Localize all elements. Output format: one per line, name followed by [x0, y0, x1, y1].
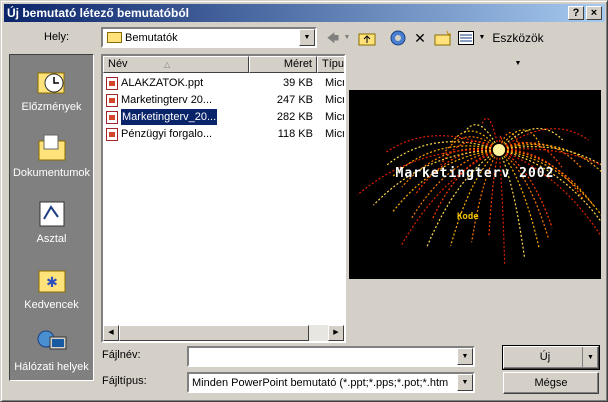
preview-subtitle: Kode: [457, 212, 479, 222]
back-button[interactable]: 🡄: [324, 28, 342, 48]
scroll-left-icon[interactable]: ◀: [103, 325, 119, 341]
chevron-down-icon[interactable]: ▼: [299, 29, 315, 46]
delete-button[interactable]: ✕: [410, 28, 430, 48]
scroll-right-icon[interactable]: ▶: [328, 325, 344, 341]
powerpoint-file-icon: [106, 77, 118, 90]
sort-ascending-icon: △: [164, 60, 171, 69]
new-folder-icon: [434, 30, 451, 46]
network-places-icon: [36, 327, 68, 357]
preview-title: Marketingterv 2002: [395, 166, 555, 181]
file-row[interactable]: ALAKZATOK.ppt 39 KB Micro: [103, 75, 344, 91]
file-list[interactable]: Név △ Méret Típus ALAKZATOK.ppt 39 KB Mi…: [101, 54, 346, 343]
column-header-type[interactable]: Típus: [317, 56, 344, 73]
up-folder-icon: [358, 33, 376, 46]
history-icon: [36, 67, 68, 97]
file-row-selected[interactable]: Marketingterv_20... 282 KB Micro: [103, 108, 344, 126]
powerpoint-file-icon: [106, 128, 118, 141]
file-row[interactable]: Pénzügyi forgalo... 118 KB Micro: [103, 126, 344, 142]
lookin-combo[interactable]: Bemutatók ▼: [101, 27, 317, 48]
folder-icon: [107, 32, 122, 43]
places-bar: Előzmények Dokumentumok Asztal ✱ Kedvenc…: [9, 54, 94, 381]
chevron-down-icon[interactable]: ▼: [457, 348, 473, 365]
window-title: Új bemutató létező bemutatóból: [7, 6, 190, 20]
filename-input[interactable]: ▼: [187, 346, 475, 367]
new-button[interactable]: Új ▼: [502, 345, 600, 370]
chevron-down-icon[interactable]: ▼: [457, 374, 473, 391]
fireworks-image: [357, 117, 601, 266]
title-bar: Új bemutató létező bemutatóból ? ×: [4, 4, 605, 22]
close-button[interactable]: ×: [586, 6, 602, 20]
open-dialog: Új bemutató létező bemutatóból ? × Hely:…: [0, 0, 608, 402]
lookin-value: Bemutatók: [125, 32, 178, 44]
place-favorites[interactable]: ✱ Kedvencek: [10, 261, 93, 321]
scroll-thumb[interactable]: [119, 325, 309, 341]
powerpoint-file-icon: [106, 94, 118, 107]
column-header-name[interactable]: Név △: [103, 56, 249, 73]
powerpoint-file-icon: [106, 111, 118, 124]
place-documents[interactable]: Dokumentumok: [10, 129, 93, 189]
desktop-icon: [36, 199, 68, 229]
cancel-button[interactable]: Mégse: [503, 372, 599, 394]
place-network[interactable]: Hálózati helyek: [10, 323, 93, 383]
help-button[interactable]: ?: [568, 6, 584, 20]
horizontal-scrollbar[interactable]: ◀ ▶: [103, 325, 344, 341]
views-button[interactable]: [456, 28, 476, 48]
views-icon: [458, 31, 474, 45]
preview-pane: Marketingterv 2002 Kode: [349, 90, 601, 279]
column-header-size[interactable]: Méret: [249, 56, 317, 73]
up-one-level-button[interactable]: [356, 28, 378, 48]
filetype-label: Fájltípus:: [102, 375, 147, 387]
views-dropdown-icon[interactable]: ▼: [478, 28, 486, 48]
lookin-label: Hely:: [44, 31, 70, 43]
my-documents-icon: [36, 133, 68, 163]
place-desktop[interactable]: Asztal: [10, 195, 93, 255]
new-folder-button[interactable]: [432, 28, 454, 48]
file-row[interactable]: Marketingterv 20... 247 KB Micro: [103, 92, 344, 108]
favorites-icon: ✱: [36, 265, 68, 295]
back-dropdown-icon[interactable]: ▼: [343, 28, 351, 48]
filetype-select[interactable]: Minden PowerPoint bemutató (*.ppt;*.pps;…: [187, 372, 475, 393]
svg-text:✱: ✱: [46, 274, 58, 290]
search-web-icon: [390, 30, 406, 46]
tools-menu[interactable]: Eszközök ▼: [490, 28, 546, 67]
search-web-button[interactable]: [387, 28, 409, 48]
new-dropdown-icon[interactable]: ▼: [582, 347, 598, 368]
place-history[interactable]: Előzmények: [10, 63, 93, 123]
filename-label: Fájlnév:: [102, 349, 141, 361]
